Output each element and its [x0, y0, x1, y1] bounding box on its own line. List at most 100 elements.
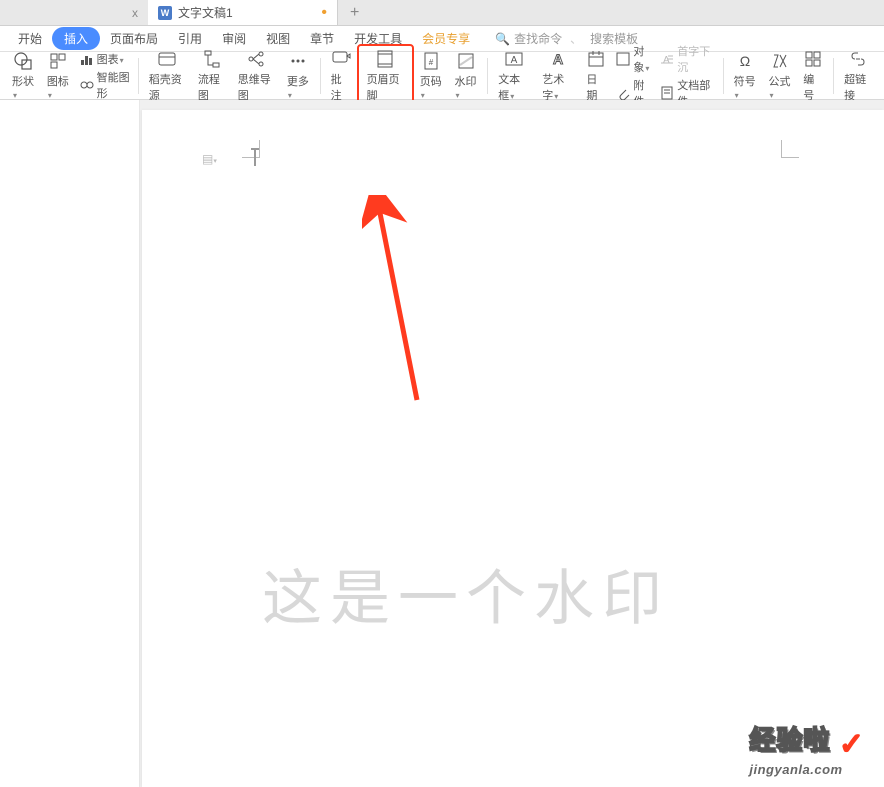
- header-footer-icon: [375, 49, 395, 69]
- ribbon-dk-resource[interactable]: 稻壳资源: [143, 47, 192, 105]
- ribbon-watermark[interactable]: 水印▾: [449, 49, 484, 103]
- flowchart-icon: [202, 49, 222, 69]
- date-icon: [586, 49, 606, 69]
- ribbon-watermark-label: 水印▾: [455, 73, 478, 101]
- ribbon-formula[interactable]: 公式▾: [762, 49, 797, 103]
- number-icon: [803, 49, 823, 69]
- ribbon-hyperlink[interactable]: 超链接: [838, 47, 878, 105]
- ribbon-smart-graphic[interactable]: 智能图形: [76, 68, 134, 102]
- prev-tab-suffix: x: [132, 6, 138, 20]
- ribbon: 形状▾ 图标▾ 图表▾ 智能图形 稻壳资源 流程图 思维导图 更多▾ 批注: [0, 52, 884, 100]
- ribbon-chart[interactable]: 图表▾: [76, 50, 134, 68]
- ribbon-symbol-label: 符号▾: [734, 73, 757, 101]
- ribbon-shape-label: 形状▾: [12, 73, 35, 101]
- ribbon-textbox-label: 文本框▾: [498, 71, 530, 103]
- active-tab[interactable]: W 文字文稿1 •: [148, 0, 338, 25]
- more-icon: [288, 51, 308, 71]
- mindmap-icon: [246, 49, 266, 69]
- ribbon-date[interactable]: 日期: [580, 47, 612, 105]
- branding-watermark: 经验啦 ✓ jingyanla.com: [749, 720, 864, 777]
- ribbon-date-label: 日期: [586, 71, 606, 103]
- attachment-icon: [616, 86, 630, 100]
- word-doc-icon: W: [158, 6, 172, 20]
- menu-member[interactable]: 会员专享: [412, 27, 480, 50]
- shape-icon: [13, 51, 33, 71]
- branding-main: 经验啦: [749, 720, 830, 757]
- ribbon-page-number[interactable]: # 页码▾: [414, 49, 449, 103]
- ribbon-smart-graphic-label: 智能图形: [97, 69, 130, 101]
- ribbon-number[interactable]: 编号: [797, 47, 829, 105]
- ribbon-hyperlink-label: 超链接: [844, 71, 872, 103]
- ribbon-object-label: 对象▾: [633, 43, 652, 75]
- ribbon-flowchart[interactable]: 流程图: [192, 47, 232, 105]
- watermark-text: 这是一个水印: [262, 550, 670, 637]
- ribbon-icon-label: 图标▾: [47, 73, 70, 101]
- active-tab-label: 文字文稿1: [178, 4, 233, 21]
- tab-bar: x W 文字文稿1 • +: [0, 0, 884, 26]
- textbox-icon: A: [504, 49, 524, 69]
- add-tab-button[interactable]: +: [338, 4, 371, 22]
- doc-parts-icon: [660, 86, 674, 100]
- ribbon-separator-5: [833, 58, 834, 94]
- ribbon-header-footer[interactable]: 页眉页脚: [357, 44, 414, 108]
- ribbon-wordart-label: 艺术字▾: [542, 71, 574, 103]
- comment-icon: [331, 49, 351, 69]
- svg-text:Ω: Ω: [740, 53, 750, 69]
- svg-text:A: A: [663, 55, 670, 66]
- modified-indicator: •: [321, 4, 327, 22]
- ribbon-mindmap[interactable]: 思维导图: [232, 47, 281, 105]
- ribbon-header-footer-label: 页眉页脚: [367, 71, 404, 103]
- menu-start[interactable]: 开始: [8, 27, 52, 50]
- ribbon-shape[interactable]: 形状▾: [6, 49, 41, 103]
- ribbon-comment[interactable]: 批注: [325, 47, 357, 105]
- icon-icon: [48, 51, 68, 71]
- smart-graphic-icon: [80, 78, 94, 92]
- ribbon-dropcap-label: 首字下沉: [677, 43, 715, 75]
- ribbon-separator: [138, 58, 139, 94]
- ribbon-symbol[interactable]: Ω 符号▾: [728, 49, 763, 103]
- ribbon-flowchart-label: 流程图: [198, 71, 226, 103]
- chart-icon: [80, 52, 94, 66]
- ribbon-dropcap[interactable]: A 首字下沉: [656, 42, 719, 76]
- svg-text:A: A: [511, 55, 518, 66]
- object-icon: [616, 52, 630, 66]
- ribbon-separator-3: [487, 58, 488, 94]
- dropcap-icon: A: [660, 52, 674, 66]
- menu-insert[interactable]: 插入: [52, 27, 100, 50]
- formula-icon: [770, 51, 790, 71]
- side-margin: [0, 100, 140, 787]
- check-icon: ✓: [839, 727, 864, 762]
- branding-sub: jingyanla.com: [749, 762, 864, 777]
- ribbon-separator-2: [320, 58, 321, 94]
- ribbon-chart-label: 图表▾: [97, 51, 124, 67]
- search-separator: 、: [570, 30, 582, 47]
- ribbon-wordart[interactable]: A 艺术字▾: [536, 47, 580, 105]
- hyperlink-icon: [848, 49, 868, 69]
- workspace: ▤▾ 这是一个水印 经验啦 ✓ jingyanla.com: [0, 100, 884, 787]
- symbol-icon: Ω: [735, 51, 755, 71]
- watermark-icon: [456, 51, 476, 71]
- find-command-label: 查找命令: [514, 30, 562, 47]
- page-number-icon: #: [421, 51, 441, 71]
- ribbon-object[interactable]: 对象▾: [612, 42, 656, 76]
- resource-icon: [157, 49, 177, 69]
- svg-text:#: #: [429, 58, 434, 67]
- ribbon-number-label: 编号: [803, 71, 823, 103]
- search-icon: 🔍: [495, 32, 510, 46]
- wordart-icon: A: [548, 49, 568, 69]
- ribbon-more[interactable]: 更多▾: [281, 49, 316, 103]
- corner-mark-top-right: [781, 140, 799, 158]
- text-cursor: [254, 150, 256, 166]
- ribbon-icon[interactable]: 图标▾: [41, 49, 76, 103]
- page-setting-icon[interactable]: ▤▾: [202, 152, 216, 166]
- ribbon-dk-resource-label: 稻壳资源: [149, 71, 186, 103]
- svg-text:A: A: [553, 51, 563, 67]
- prev-tab[interactable]: x: [0, 0, 148, 25]
- ribbon-mindmap-label: 思维导图: [238, 71, 275, 103]
- document-page[interactable]: ▤▾ 这是一个水印: [142, 110, 884, 787]
- ribbon-formula-label: 公式▾: [768, 73, 791, 101]
- ribbon-more-label: 更多▾: [287, 73, 310, 101]
- ribbon-textbox[interactable]: A 文本框▾: [492, 47, 536, 105]
- ribbon-page-number-label: 页码▾: [420, 73, 443, 101]
- ribbon-comment-label: 批注: [331, 71, 351, 103]
